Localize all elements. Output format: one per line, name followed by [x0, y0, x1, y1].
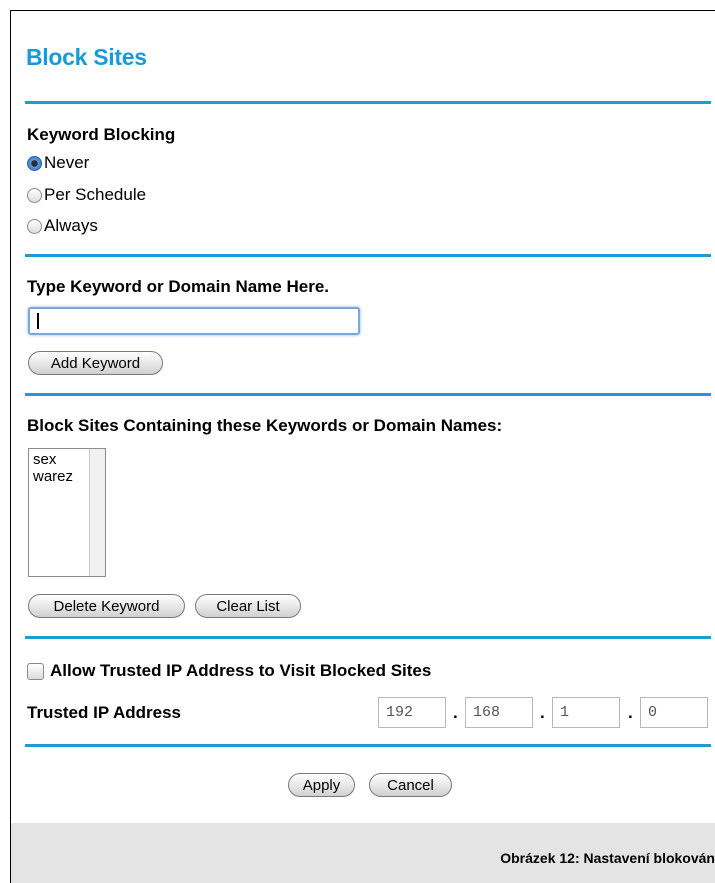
divider	[25, 254, 711, 257]
add-keyword-button[interactable]: Add Keyword	[28, 351, 163, 375]
ip-octet-2[interactable]: 168	[465, 697, 533, 728]
ip-octet-1[interactable]: 192	[378, 697, 446, 728]
ip-octet-3[interactable]: 1	[552, 697, 620, 728]
radio-label: Always	[44, 216, 98, 235]
allow-trusted-checkbox[interactable]	[27, 663, 44, 680]
trusted-ip-label: Trusted IP Address	[27, 703, 181, 722]
delete-keyword-button[interactable]: Delete Keyword	[28, 594, 185, 618]
radio-label: Per Schedule	[44, 185, 147, 204]
radio-never[interactable]: Never	[27, 153, 89, 173]
list-item[interactable]: sex	[33, 451, 73, 468]
divider	[25, 636, 711, 639]
cancel-button[interactable]: Cancel	[369, 773, 452, 797]
ip-separator: .	[540, 703, 545, 722]
keyword-blocking-heading: Keyword Blocking	[27, 125, 176, 144]
blocked-keywords-list[interactable]: sex warez	[28, 448, 106, 577]
keyword-entry-heading: Type Keyword or Domain Name Here.	[27, 277, 329, 296]
divider	[25, 393, 711, 396]
page-title: Block Sites	[26, 44, 147, 70]
text-caret	[37, 313, 39, 329]
allow-trusted-label: Allow Trusted IP Address to Visit Blocke…	[50, 661, 432, 680]
ip-octet-4[interactable]: 0	[640, 697, 708, 728]
radio-button[interactable]	[27, 155, 42, 171]
clear-list-button[interactable]: Clear List	[195, 594, 301, 618]
list-scrollbar[interactable]	[89, 449, 105, 576]
keyword-input[interactable]	[28, 307, 360, 335]
apply-button[interactable]: Apply	[288, 773, 355, 797]
radio-always[interactable]: Always	[27, 216, 98, 236]
ip-separator: .	[628, 703, 633, 722]
figure-caption: Obrázek 12: Nastavení blokován	[500, 850, 715, 866]
frame-left-border	[10, 10, 11, 883]
list-item[interactable]: warez	[33, 468, 73, 485]
radio-button[interactable]	[27, 218, 42, 234]
radio-button[interactable]	[27, 187, 42, 203]
frame-top-border	[10, 10, 715, 11]
radio-label: Never	[44, 153, 90, 172]
ip-separator: .	[453, 703, 458, 722]
radio-per-schedule[interactable]: Per Schedule	[27, 185, 146, 205]
caption-bar: Obrázek 12: Nastavení blokován	[11, 823, 715, 883]
blocked-list-heading: Block Sites Containing these Keywords or…	[27, 416, 503, 435]
divider	[25, 744, 711, 747]
divider	[25, 101, 711, 104]
